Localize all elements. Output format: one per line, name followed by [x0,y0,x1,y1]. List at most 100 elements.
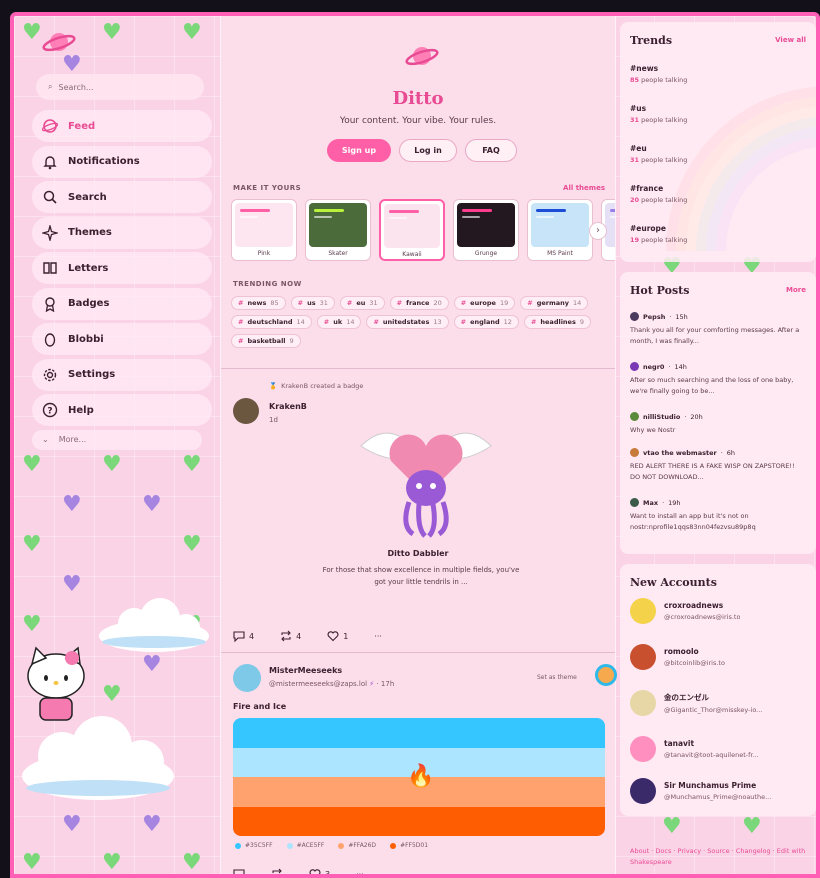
hot-post-text: RED ALERT THERE IS A FAKE WISP ON ZAPSTO… [630,462,795,481]
tag-chip[interactable]: # uk 14 [316,315,362,329]
app-title: Ditto [392,88,444,109]
trend-count-suffix: people talking [641,116,688,124]
sidebar-item-more[interactable]: ⌄ More... [32,429,202,450]
tag-label: news [247,299,267,307]
color-palette[interactable]: 🔥 [233,718,605,836]
like-button[interactable]: 1 [327,630,348,642]
hot-post-author: nilliStudio [643,412,681,421]
tag-chip[interactable]: # us 31 [290,296,335,310]
tag-count: 14 [572,299,582,307]
account-item[interactable]: romoolo @bitcoinlib@iris.to [630,644,725,670]
more-link[interactable]: More [786,286,806,294]
tag-chip[interactable]: # eu 31 [339,296,385,310]
account-item[interactable]: Sir Munchamus Prime @Munchamus_Prime@noau… [630,778,771,804]
hot-post-item[interactable]: negr0 · 14h After so much searching and … [630,362,806,397]
post-handle-text: @mistermeeseeks@zaps.lol [269,680,368,688]
like-button[interactable]: 3 [309,868,330,874]
sidebar-item-badges[interactable]: Badges [32,287,212,320]
more-options-icon[interactable]: ··· [374,632,382,641]
more-options-icon[interactable]: ··· [356,870,364,875]
hash-icon: # [373,318,379,326]
egg-icon [44,333,56,347]
theme-preview [605,203,615,247]
tag-chip[interactable]: # unitedstates 13 [366,315,449,329]
sidebar-item-search[interactable]: Search [32,181,212,213]
reply-count: 4 [249,631,255,641]
trend-tag: #us [630,104,647,113]
post-title: Fire and Ice [233,702,287,711]
trend-item[interactable]: #us 31 people talking [630,104,687,124]
trend-item[interactable]: #france 20 people talking [630,184,687,204]
tag-chip[interactable]: # headlines 9 [523,315,591,329]
theme-card[interactable]: Pink [231,199,297,261]
post-author[interactable]: MisterMeeseeks [269,666,342,675]
all-themes-link[interactable]: All themes [563,184,605,192]
repost-count: 4 [296,631,302,641]
sidebar-item-notifications[interactable]: Notifications [32,145,212,178]
account-item[interactable]: croxroadnews @croxroadnews@iris.to [630,598,740,624]
avatar[interactable] [233,398,259,424]
sidebar-item-help[interactable]: ? Help [32,394,212,426]
sidebar-item-themes[interactable]: Themes [32,216,212,249]
trend-count-suffix: people talking [641,76,688,84]
theme-preview-icon[interactable] [595,664,617,686]
divider [221,368,615,369]
account-item[interactable]: 金のエンゼル @Gigantic_Thor@misskey-io... [630,690,762,716]
sidebar-item-letters[interactable]: Letters [32,252,212,284]
trending-tags: # news 85 # us 31 # eu 31 # france 20 # europe 19 # germ… [231,296,601,348]
tag-chip[interactable]: # germany 14 [520,296,589,310]
gear-icon [43,368,57,381]
theme-card[interactable]: Skater [305,199,371,261]
repost-icon [272,868,282,874]
sidebar-item-label: More... [58,435,87,444]
faq-button[interactable]: FAQ [465,139,517,162]
app-tagline: Your content. Your vibe. Your rules. [339,116,497,126]
hero-section: Ditto Your content. Your vibe. Your rule… [221,16,615,166]
theme-card[interactable]: MS Paint [527,199,593,261]
avatar [630,644,656,670]
signup-button[interactable]: Sign up [327,139,391,162]
tag-chip[interactable]: # france 20 [389,296,449,310]
trend-item[interactable]: #news 85 people talking [630,64,687,84]
theme-card[interactable]: Grunge [453,199,519,261]
hot-post-item[interactable]: Pepsh · 15h Thank you all for your comfo… [630,312,806,347]
post-author[interactable]: KrakenB [269,402,307,411]
carousel-next-button[interactable]: › [589,222,607,240]
trend-item[interactable]: #europe 19 people talking [630,224,687,244]
trend-tag: #europe [630,224,667,233]
sidebar-item-blobbi[interactable]: Blobbi [32,323,212,355]
hot-post-item[interactable]: nilliStudio · 20h Why we Nostr [630,412,806,436]
theme-preview [235,203,293,247]
hash-icon: # [530,318,537,326]
search-input[interactable]: ⌕ Search... [36,74,204,100]
sidebar-item-settings[interactable]: Settings [32,358,212,391]
trend-item[interactable]: #eu 31 people talking [630,144,687,164]
set-as-theme-label[interactable]: Set as theme [537,674,577,681]
hot-post-text: Thank you all for your comforting messag… [630,326,800,345]
tag-chip[interactable]: # news 85 [231,296,286,310]
tag-chip[interactable]: # deutschland 14 [231,315,312,329]
planet-logo-icon[interactable] [42,28,76,56]
hot-post-item[interactable]: vtao the webmaster · 6h RED ALERT THERE … [630,448,806,483]
tag-chip[interactable]: # europe 19 [453,296,516,310]
theme-preview-bar [389,210,419,213]
avatar[interactable] [233,664,261,692]
hot-post-item[interactable]: Max · 19h Want to install an app but it'… [630,498,806,533]
view-all-link[interactable]: View all [775,36,806,44]
theme-card[interactable]: Kawaii [379,199,445,261]
comment-icon [233,631,245,642]
tag-chip[interactable]: # basketball 9 [231,334,301,348]
login-button[interactable]: Log in [399,139,457,162]
footer-links[interactable]: About · Docs · Privacy · Source · Change… [630,846,810,868]
repost-button[interactable]: 4 [280,630,301,642]
sidebar-item-feed[interactable]: Feed [32,110,212,142]
account-item[interactable]: tanavit @tanavit@toot-aquilenet-fr... [630,736,759,762]
repost-button[interactable] [271,868,283,874]
avatar [630,690,656,716]
reply-button[interactable] [233,868,245,874]
reply-button[interactable]: 4 [233,630,254,642]
badge-description: For those that show excellence in multip… [322,566,520,586]
tag-chip[interactable]: # england 12 [453,315,519,329]
theme-preview-bar [314,209,344,212]
avatar [630,312,639,321]
